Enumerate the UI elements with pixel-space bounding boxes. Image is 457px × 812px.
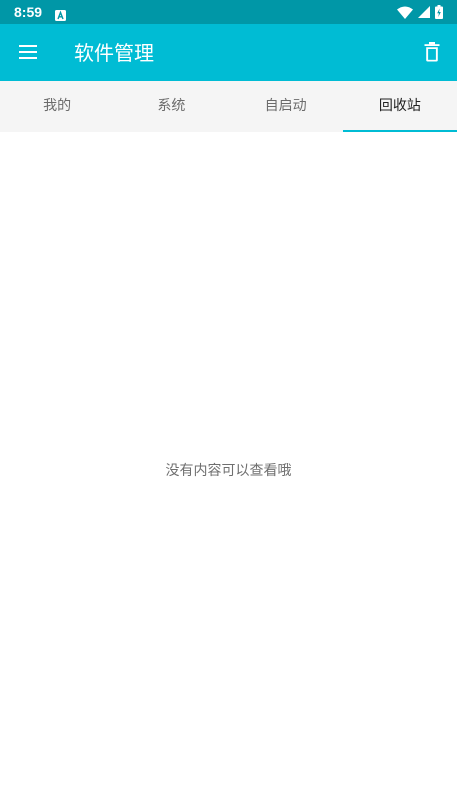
tab-label: 我的 [43, 98, 72, 114]
tab-label: 回收站 [378, 98, 421, 114]
a-letter-icon [55, 6, 66, 21]
tab-autostart[interactable]: 自启动 [229, 81, 343, 132]
trash-icon[interactable] [424, 42, 440, 62]
tab-label: 自启动 [264, 98, 307, 114]
tab-mine[interactable]: 我的 [0, 81, 114, 132]
tab-system[interactable]: 系统 [114, 81, 228, 132]
status-time: 8:59 [14, 4, 43, 20]
page-title: 软件管理 [74, 41, 154, 65]
status-icons [397, 5, 443, 19]
hamburger-menu-icon[interactable] [17, 42, 39, 62]
status-bar: 8:59 [0, 0, 457, 24]
tab-recycle-bin[interactable]: 回收站 [342, 81, 457, 132]
app-screen: 8:59 软件管理 我的 系统 自启动 回收站 没有内容可以查看哦 [0, 0, 457, 812]
tab-label: 系统 [157, 98, 186, 114]
signal-icon [418, 6, 430, 18]
battery-charging-icon [435, 5, 443, 19]
app-bar: 软件管理 [0, 24, 457, 81]
empty-state-message: 没有内容可以查看哦 [165, 463, 292, 479]
tab-bar: 我的 系统 自启动 回收站 [0, 81, 457, 132]
content-area: 没有内容可以查看哦 [0, 132, 457, 812]
wifi-icon [397, 6, 413, 19]
